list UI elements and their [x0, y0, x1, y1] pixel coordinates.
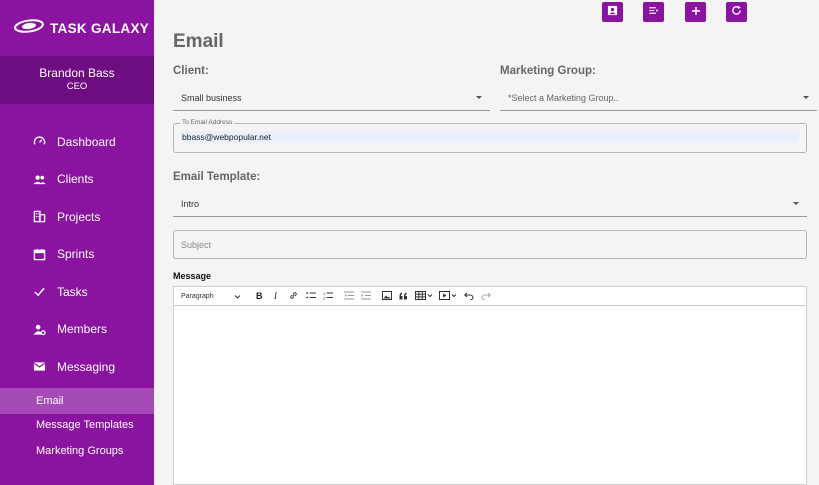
sidebar-item-tasks[interactable]: Tasks — [0, 273, 154, 311]
italic-icon: I — [272, 287, 281, 305]
paragraph-format-dropdown[interactable]: Paragraph — [174, 293, 246, 300]
table-icon — [414, 287, 434, 305]
subject-input[interactable]: Subject — [173, 230, 807, 259]
marketing-group-placeholder: *Select a Marketing Group.. — [508, 92, 619, 103]
add-button[interactable] — [685, 2, 706, 22]
indent-icon — [360, 287, 371, 305]
list-send-button[interactable] — [643, 2, 664, 22]
outdent-icon — [343, 287, 354, 305]
sidebar-item-dashboard[interactable]: Dashboard — [0, 123, 154, 161]
main-content: Email Client: Small business Marketing G… — [154, 0, 819, 485]
sidebar-item-clients[interactable]: Clients — [0, 161, 154, 199]
numbered-list-icon: 12 — [323, 287, 333, 305]
bold-button[interactable]: B — [250, 288, 268, 304]
bold-icon: B — [255, 287, 264, 305]
galaxy-logo-icon — [14, 18, 44, 38]
message-label: Message — [173, 271, 212, 281]
bulleted-list-button[interactable] — [302, 288, 319, 304]
italic-button[interactable]: I — [268, 288, 285, 304]
client-select[interactable]: Small business — [173, 85, 490, 111]
indent-button[interactable] — [357, 288, 374, 304]
client-select-value: Small business — [181, 92, 242, 103]
contact-card-icon — [607, 3, 618, 21]
page-title: Email — [173, 31, 224, 52]
insert-table-button[interactable] — [412, 288, 436, 304]
email-template-select[interactable]: Intro — [173, 191, 807, 217]
brand-logo[interactable]: TASK GALAXY — [0, 0, 154, 56]
svg-text:I: I — [273, 291, 278, 300]
email-template-label: Email Template: — [173, 171, 261, 183]
sidebar-item-label: Projects — [57, 209, 101, 224]
sidebar-item-members[interactable]: Members — [0, 311, 154, 349]
marketing-group-label: Marketing Group: — [500, 65, 596, 77]
sidebar-item-label: Dashboard — [57, 134, 116, 149]
caret-down-icon — [803, 96, 809, 99]
image-icon — [381, 287, 392, 305]
numbered-list-button[interactable]: 12 — [319, 288, 336, 304]
redo-icon — [481, 287, 491, 305]
sidebar-item-projects[interactable]: Projects — [0, 198, 154, 236]
to-email-input[interactable]: bbass@webpopular.net — [181, 131, 799, 143]
chevron-down-icon — [234, 294, 241, 302]
to-email-fieldset: To Email Address bbass@webpopular.net — [173, 119, 807, 153]
user-name: Brandon Bass — [39, 66, 115, 80]
check-icon — [32, 285, 46, 299]
sidebar-item-label: Members — [57, 322, 108, 337]
caret-down-icon — [793, 202, 799, 205]
sidebar-item-label: Tasks — [57, 284, 88, 299]
insert-media-button[interactable] — [436, 288, 460, 304]
sidebar-item-sprints[interactable]: Sprints — [0, 236, 154, 274]
people-icon — [32, 172, 46, 186]
link-icon — [289, 287, 298, 305]
person-settings-icon — [32, 322, 46, 336]
building-icon — [32, 210, 46, 224]
sidebar: TASK GALAXY Brandon Bass CEO Dashboard C… — [0, 0, 154, 485]
to-email-legend: To Email Address — [180, 119, 235, 126]
message-editor[interactable] — [173, 306, 807, 485]
undo-button[interactable] — [460, 288, 477, 304]
sidebar-subitem-message-templates[interactable]: Message Templates — [0, 412, 154, 438]
redo-button[interactable] — [477, 288, 494, 304]
contact-card-button[interactable] — [602, 2, 623, 22]
link-button[interactable] — [285, 288, 302, 304]
caret-down-icon — [476, 96, 482, 99]
media-icon — [438, 287, 458, 305]
sidebar-item-label: Sprints — [57, 247, 95, 262]
sidebar-nav: Dashboard Clients Projects Sprints Tasks — [0, 123, 154, 386]
editor-toolbar: Paragraph B I 12 — [173, 286, 807, 306]
outdent-button[interactable] — [340, 288, 357, 304]
mail-icon — [32, 360, 46, 374]
speedometer-icon — [32, 135, 46, 149]
bulleted-list-icon — [305, 287, 316, 305]
paragraph-format-label: Paragraph — [181, 292, 214, 300]
sidebar-item-label: Messaging — [57, 359, 116, 374]
user-role: CEO — [66, 81, 88, 92]
brand-name: TASK GALAXY — [50, 20, 150, 36]
insert-image-button[interactable] — [378, 288, 395, 304]
sidebar-subitem-email[interactable]: Email — [0, 388, 154, 414]
svg-text:2: 2 — [323, 296, 326, 301]
refresh-button[interactable] — [726, 2, 747, 22]
undo-icon — [463, 287, 474, 305]
subject-placeholder: Subject — [181, 239, 212, 250]
blockquote-button[interactable] — [395, 288, 412, 304]
refresh-icon — [731, 3, 742, 21]
calendar-icon — [32, 247, 46, 261]
client-label: Client: — [173, 65, 209, 77]
marketing-group-select[interactable]: *Select a Marketing Group.. — [500, 85, 817, 111]
sidebar-subitem-marketing-groups[interactable]: Marketing Groups — [0, 438, 154, 464]
sidebar-item-label: Clients — [57, 172, 94, 187]
email-template-value: Intro — [181, 198, 200, 209]
svg-text:B: B — [256, 291, 263, 300]
sidebar-item-messaging[interactable]: Messaging — [0, 348, 154, 386]
blockquote-icon — [399, 287, 408, 305]
user-profile: Brandon Bass CEO — [0, 56, 154, 104]
list-send-icon — [648, 3, 660, 21]
plus-icon — [691, 3, 701, 21]
